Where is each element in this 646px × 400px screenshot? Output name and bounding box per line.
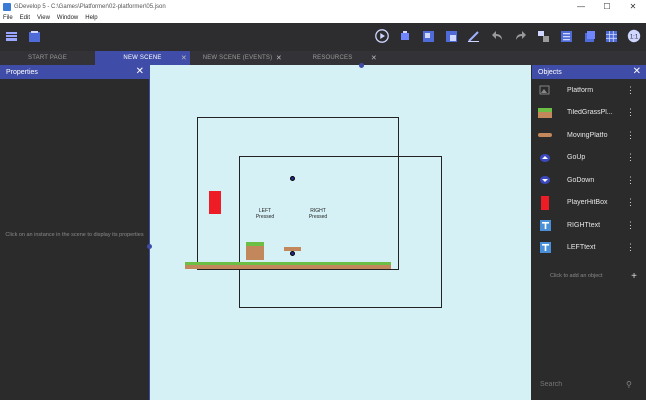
instances-list-icon[interactable] xyxy=(444,29,458,43)
properties-header: Properties ✕ xyxy=(0,65,149,79)
go-down-instance[interactable] xyxy=(290,251,295,256)
more-options-icon[interactable]: ⋮ xyxy=(626,242,635,253)
add-instance-icon[interactable] xyxy=(421,29,435,43)
menu-bar: File Edit View Window Help xyxy=(0,13,646,23)
more-options-icon[interactable]: ⋮ xyxy=(626,197,635,208)
tab-label: NEW SCENE xyxy=(123,55,162,61)
properties-panel: Properties ✕ Click on an instance in the… xyxy=(0,65,149,400)
menu-help[interactable]: Help xyxy=(85,15,97,21)
more-options-icon[interactable]: ⋮ xyxy=(626,220,635,231)
list-item[interactable]: TiledGrassPl... ⋮ xyxy=(532,102,646,125)
edit-pencil-icon[interactable] xyxy=(466,29,480,43)
camera-outline xyxy=(239,156,442,308)
objects-panel: Objects ✕ Platform ⋮ TiledGrassPl... ⋮ M… xyxy=(532,65,646,400)
grass-tile-icon xyxy=(538,106,552,120)
more-options-icon[interactable]: ⋮ xyxy=(626,175,635,186)
objects-header: Objects ✕ xyxy=(532,65,646,79)
red-box-icon xyxy=(538,195,552,210)
gdevelop-logo-icon xyxy=(3,2,11,11)
scene-editor-icon[interactable] xyxy=(27,29,41,43)
grid-icon[interactable] xyxy=(604,29,618,43)
player-hitbox-instance[interactable] xyxy=(209,191,221,214)
menu-edit[interactable]: Edit xyxy=(20,15,30,21)
list-item[interactable]: RIGHTtext ⋮ xyxy=(532,214,646,237)
scene-canvas[interactable]: LEFT Pressed RIGHT Pressed xyxy=(150,65,531,400)
preview-play-icon[interactable] xyxy=(375,29,389,43)
editor-tabs: START PAGE NEW SCENE ✕ NEW SCENE (EVENTS… xyxy=(0,51,646,65)
arrow-up-sprite-icon xyxy=(538,151,552,165)
debugger-icon[interactable] xyxy=(398,29,412,43)
list-item[interactable]: GoUp ⋮ xyxy=(532,147,646,170)
search-icon[interactable]: ⚲ xyxy=(626,380,632,389)
arrow-down-sprite-icon xyxy=(538,173,552,187)
layers-icon[interactable] xyxy=(582,29,596,43)
object-groups-icon[interactable] xyxy=(536,29,550,43)
properties-hint: Click on an instance in the scene to dis… xyxy=(5,232,144,238)
add-icon[interactable]: + xyxy=(631,271,637,282)
panel-title: Objects xyxy=(538,68,562,76)
tab-start-page[interactable]: START PAGE xyxy=(0,51,95,65)
more-options-icon[interactable]: ⋮ xyxy=(626,85,635,96)
minimize-button[interactable]: — xyxy=(568,2,594,11)
list-item[interactable]: Platform ⋮ xyxy=(532,79,646,102)
close-icon[interactable]: ✕ xyxy=(136,66,144,77)
menu-file[interactable]: File xyxy=(3,15,13,21)
tab-label: START PAGE xyxy=(28,55,67,61)
tab-label: NEW SCENE (EVENTS) xyxy=(202,55,273,61)
more-options-icon[interactable]: ⋮ xyxy=(626,107,635,118)
menu-window[interactable]: Window xyxy=(57,15,78,21)
close-icon[interactable]: ✕ xyxy=(276,54,282,62)
text-object-icon xyxy=(538,241,552,255)
ground-dirt xyxy=(185,265,391,269)
left-text-instance[interactable]: LEFT Pressed xyxy=(254,208,276,220)
text-object-icon xyxy=(538,218,552,232)
tab-new-scene[interactable]: NEW SCENE ✕ xyxy=(95,51,190,65)
maximize-button[interactable]: ☐ xyxy=(594,2,620,11)
svg-text:1:1: 1:1 xyxy=(630,34,639,40)
toolbar: 1:1 xyxy=(0,23,646,51)
add-object-label: Click to add an object xyxy=(550,273,603,279)
resize-handle[interactable] xyxy=(147,244,152,249)
undo-icon[interactable] xyxy=(490,29,504,43)
go-up-instance[interactable] xyxy=(290,176,295,181)
project-manager-icon[interactable] xyxy=(4,29,18,43)
list-item[interactable]: MovingPlatfo ⋮ xyxy=(532,124,646,147)
more-options-icon[interactable]: ⋮ xyxy=(626,152,635,163)
search-input[interactable] xyxy=(540,380,620,388)
close-icon[interactable]: ✕ xyxy=(633,66,641,77)
panel-title: Properties xyxy=(6,68,38,76)
window-title: GDevelop 5 - C:\Games\Platformer\02-plat… xyxy=(14,3,166,10)
moving-platform-icon xyxy=(538,128,552,142)
redo-icon[interactable] xyxy=(513,29,527,43)
window-titlebar: GDevelop 5 - C:\Games\Platformer\02-plat… xyxy=(0,0,646,13)
resize-handle[interactable] xyxy=(359,63,364,68)
tab-resources[interactable]: RESOURCES ✕ xyxy=(285,51,380,65)
list-item[interactable]: PlayerHitBox ⋮ xyxy=(532,192,646,215)
close-window-button[interactable]: ✕ xyxy=(620,2,646,11)
zoom-icon[interactable]: 1:1 xyxy=(627,29,641,43)
list-item[interactable]: GoDown ⋮ xyxy=(532,169,646,192)
tab-label: RESOURCES xyxy=(312,55,353,61)
objects-search: ⚲ xyxy=(532,377,646,391)
close-icon[interactable]: ✕ xyxy=(371,54,377,62)
close-icon[interactable]: ✕ xyxy=(181,54,187,62)
image-placeholder-icon xyxy=(538,83,552,97)
layers-list-icon[interactable] xyxy=(559,29,573,43)
right-text-instance[interactable]: RIGHT Pressed xyxy=(306,208,330,220)
objects-list: Platform ⋮ TiledGrassPl... ⋮ MovingPlatf… xyxy=(532,79,646,259)
menu-view[interactable]: View xyxy=(37,15,50,21)
tab-new-scene-events[interactable]: NEW SCENE (EVENTS) ✕ xyxy=(190,51,285,65)
list-item[interactable]: LEFTtext ⋮ xyxy=(532,237,646,260)
add-object-row[interactable]: Click to add an object + xyxy=(532,269,646,283)
more-options-icon[interactable]: ⋮ xyxy=(626,130,635,141)
grass-block-dirt xyxy=(246,246,264,260)
